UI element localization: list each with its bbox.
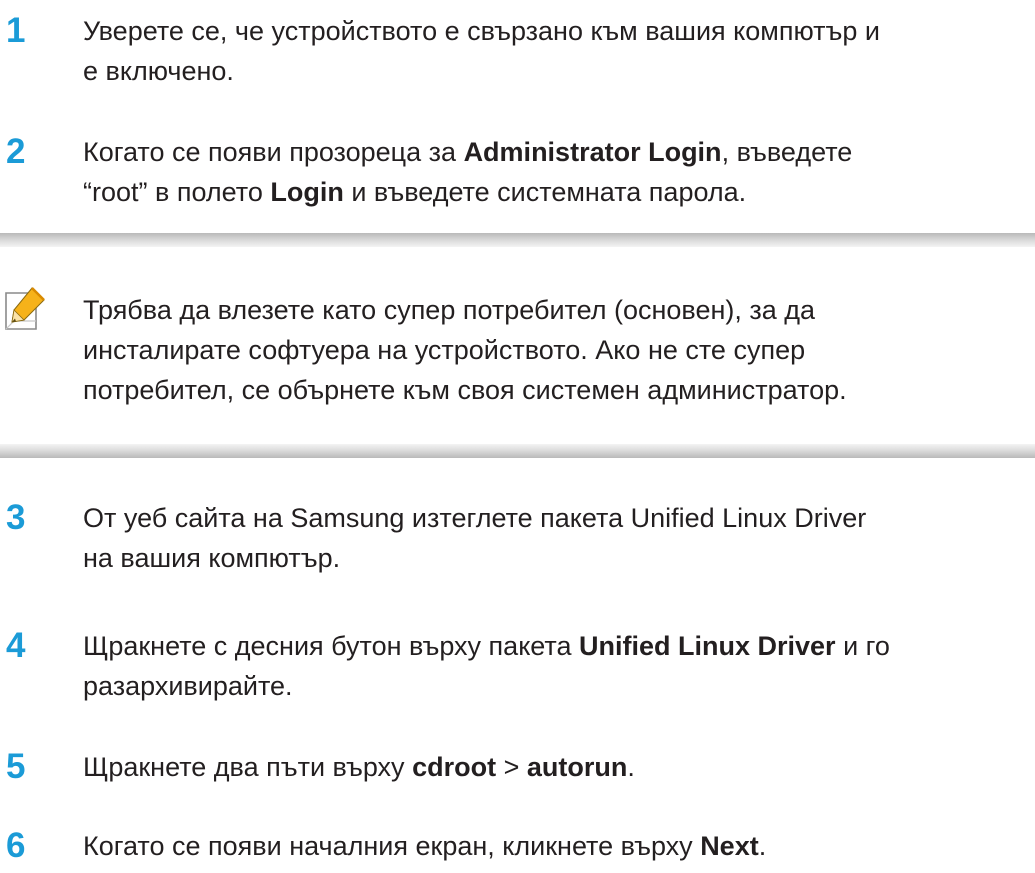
step-text: Щракнете два пъти върху cdroot > autorun… — [83, 747, 1033, 787]
step-text-line: Когато се появи началния екран, кликнете… — [83, 826, 1033, 866]
note-pencil-icon — [2, 285, 50, 333]
text-segment: . — [627, 752, 635, 782]
step-text-line: Уверете се, че устройството е свързано к… — [83, 16, 880, 46]
step-text: Уверете се, че устройството е свързано к… — [83, 11, 1033, 91]
text-segment: и го — [835, 631, 890, 661]
ui-term: Unified Linux Driver — [579, 631, 836, 661]
step-text: Щракнете с десния бутон върху пакета Uni… — [83, 626, 1033, 706]
note-text-line: потребител, се обърнете към своя системе… — [83, 375, 847, 405]
text-segment: Когато се появи прозореца за — [83, 137, 464, 167]
note-divider-bottom — [0, 444, 1035, 458]
text-segment: > — [496, 752, 527, 782]
note-text-line: инсталирате софтуера на устройството. Ак… — [83, 335, 806, 365]
note-box: Трябва да влезете като супер потребител … — [0, 233, 1035, 458]
ui-term: Administrator Login — [463, 137, 722, 167]
text-segment: “root” в полето — [83, 177, 271, 207]
step-text: От уеб сайта на Samsung изтеглете пакета… — [83, 498, 1033, 578]
text-segment: и въведете системната парола. — [343, 177, 747, 207]
step-text-line: на вашия компютър. — [83, 543, 341, 573]
ui-term: autorun — [526, 752, 628, 782]
step-number: 5 — [6, 747, 26, 786]
step-text-line: Щракнете с десния бутон върху пакета Uni… — [83, 626, 1033, 666]
ui-term: Login — [270, 177, 344, 207]
text-segment: Щракнете два пъти върху — [83, 752, 413, 782]
text-segment: Щракнете с десния бутон върху пакета — [83, 631, 580, 661]
ui-term: cdroot — [412, 752, 497, 782]
step-text-line: От уеб сайта на Samsung изтеглете пакета… — [83, 503, 867, 533]
text-segment: , въведете — [721, 137, 853, 167]
step-text-line: Когато се появи прозореца за Administrat… — [83, 132, 1033, 172]
note-divider-top — [0, 233, 1035, 247]
step-text: Когато се появи прозореца за Administrat… — [83, 132, 1033, 212]
step-text-line: Щракнете два пъти върху cdroot > autorun… — [83, 747, 1033, 787]
step-text: Когато се появи началния екран, кликнете… — [83, 826, 1033, 866]
ui-term: Next — [700, 831, 759, 861]
step-text-line: разархивирайте. — [83, 671, 293, 701]
note-text-line: Трябва да влезете като супер потребител … — [83, 295, 816, 325]
step-text-line: е включено. — [83, 56, 234, 86]
step-number: 6 — [6, 826, 26, 865]
step-number: 2 — [6, 132, 26, 171]
step-number: 4 — [6, 626, 26, 665]
text-segment: . — [758, 831, 767, 861]
step-number: 3 — [6, 498, 26, 537]
note-text: Трябва да влезете като супер потребител … — [83, 290, 1023, 410]
step-text-line: “root” в полето Login и въведете системн… — [83, 172, 1033, 212]
step-number: 1 — [6, 11, 26, 50]
text-segment: Когато се появи началния екран, кликнете… — [83, 831, 701, 861]
